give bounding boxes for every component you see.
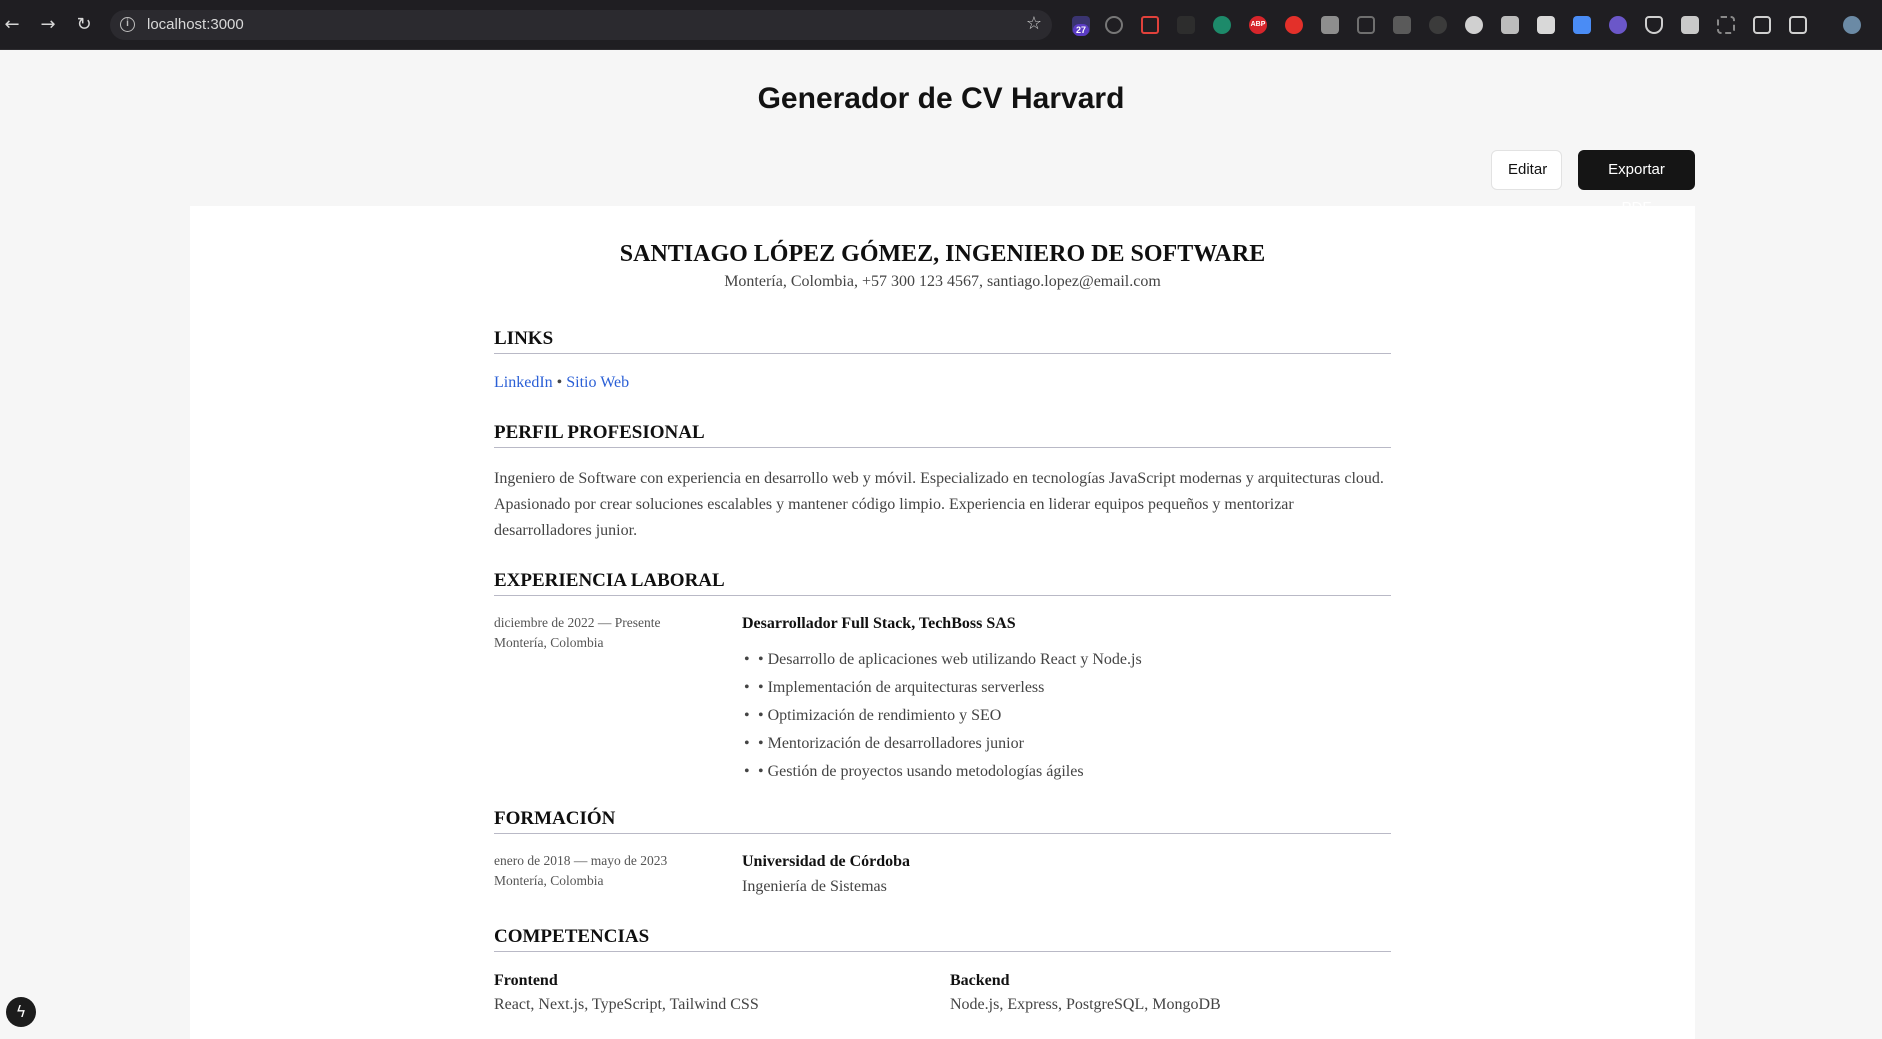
adblock-icon[interactable]: ABP [1249, 16, 1267, 34]
extension-7-icon[interactable] [1285, 16, 1303, 34]
extension-10-icon[interactable] [1393, 16, 1411, 34]
skill-items-frontend: React, Next.js, TypeScript, Tailwind CSS [494, 996, 759, 1013]
page-title: Generador de CV Harvard [757, 82, 1125, 115]
experience-dates: diciembre de 2022 — Presente [494, 615, 661, 630]
links-row: LinkedIn • Sitio Web [494, 374, 629, 392]
site-info-icon[interactable]: i [120, 17, 135, 32]
mail-icon[interactable] [1537, 16, 1555, 34]
extension-4-icon[interactable] [1177, 16, 1195, 34]
education-degree: Ingeniería de Sistemas [742, 878, 887, 895]
list-item: • Optimización de rendimiento y SEO [742, 702, 1142, 730]
address-bar[interactable]: i localhost:3000 ☆ [110, 10, 1052, 40]
experience-title: Desarrollador Full Stack, TechBoss SAS [742, 615, 1016, 632]
links-separator: • [556, 374, 563, 391]
list-item: • Gestión de proyectos usando metodologí… [742, 758, 1142, 786]
experience-bullets: • Desarrollo de aplicaciones web utiliza… [742, 646, 1142, 786]
cv-name: SANTIAGO LÓPEZ GÓMEZ, INGENIERO DE SOFTW… [619, 241, 1266, 267]
url-text[interactable]: localhost:3000 [147, 16, 244, 33]
list-item: • Desarrollo de aplicaciones web utiliza… [742, 646, 1142, 674]
experience-location: Montería, Colombia [494, 635, 604, 650]
extension-2-icon[interactable] [1105, 16, 1123, 34]
extension-13-icon[interactable] [1501, 16, 1519, 34]
export-pdf-button[interactable]: Exportar PDF [1578, 150, 1695, 216]
skill-items-backend: Node.js, Express, PostgreSQL, MongoDB [950, 996, 1221, 1013]
extension-20-icon[interactable] [1753, 16, 1771, 34]
extensions-puzzle-icon[interactable] [1789, 16, 1807, 34]
profile-avatar[interactable] [1843, 16, 1861, 34]
extension-badge: 27 [1073, 24, 1090, 36]
dark-mode-icon[interactable] [1429, 16, 1447, 34]
education-meta: enero de 2018 — mayo de 2023 Montería, C… [494, 851, 734, 891]
experience-meta: diciembre de 2022 — Presente Montería, C… [494, 613, 734, 653]
skill-category-frontend: Frontend [494, 972, 558, 989]
lightning-icon[interactable]: ϟ [6, 997, 36, 1027]
linkedin-link[interactable]: LinkedIn [494, 374, 553, 391]
list-item: • Mentorización de desarrolladores junio… [742, 730, 1142, 758]
skill-category-backend: Backend [950, 972, 1010, 989]
education-location: Montería, Colombia [494, 873, 604, 888]
profile-text: Ingeniero de Software con experiencia en… [494, 470, 1384, 539]
section-title-experience: EXPERIENCIA LABORAL [494, 570, 1391, 596]
forward-arrow-icon[interactable]: → [36, 13, 60, 37]
formula-icon[interactable] [1465, 16, 1483, 34]
shield-icon[interactable] [1645, 16, 1663, 34]
education-institution: Universidad de Córdoba [742, 853, 911, 870]
edit-button[interactable]: Editar [1491, 150, 1562, 190]
screenshot-icon[interactable] [1717, 16, 1735, 34]
section-title-education: FORMACIÓN [494, 808, 1391, 834]
bookmark-star-icon[interactable]: ☆ [1026, 13, 1042, 34]
extension-5-icon[interactable] [1213, 16, 1231, 34]
camera-icon[interactable] [1321, 16, 1339, 34]
browser-toolbar: ← → ↻ i localhost:3000 ☆ 27 ABP [0, 0, 1882, 50]
reload-icon[interactable]: ↻ [72, 13, 96, 37]
pocket-icon[interactable] [1141, 16, 1159, 34]
section-title-links: LINKS [494, 328, 1391, 354]
vue-icon[interactable] [1681, 16, 1699, 34]
extension-16-icon[interactable] [1609, 16, 1627, 34]
education-dates: enero de 2018 — mayo de 2023 [494, 853, 668, 868]
cv-sheet: SANTIAGO LÓPEZ GÓMEZ, INGENIERO DE SOFTW… [190, 206, 1695, 1039]
docs-icon[interactable] [1573, 16, 1591, 34]
section-title-skills: COMPETENCIAS [494, 926, 1391, 952]
list-item: • Implementación de arquitecturas server… [742, 674, 1142, 702]
website-link[interactable]: Sitio Web [566, 374, 629, 391]
back-arrow-icon[interactable]: ← [0, 13, 24, 37]
cv-contact: Montería, Colombia, +57 300 123 4567, sa… [724, 273, 1161, 290]
move-icon[interactable] [1357, 16, 1375, 34]
section-title-profile: PERFIL PROFESIONAL [494, 422, 1391, 448]
